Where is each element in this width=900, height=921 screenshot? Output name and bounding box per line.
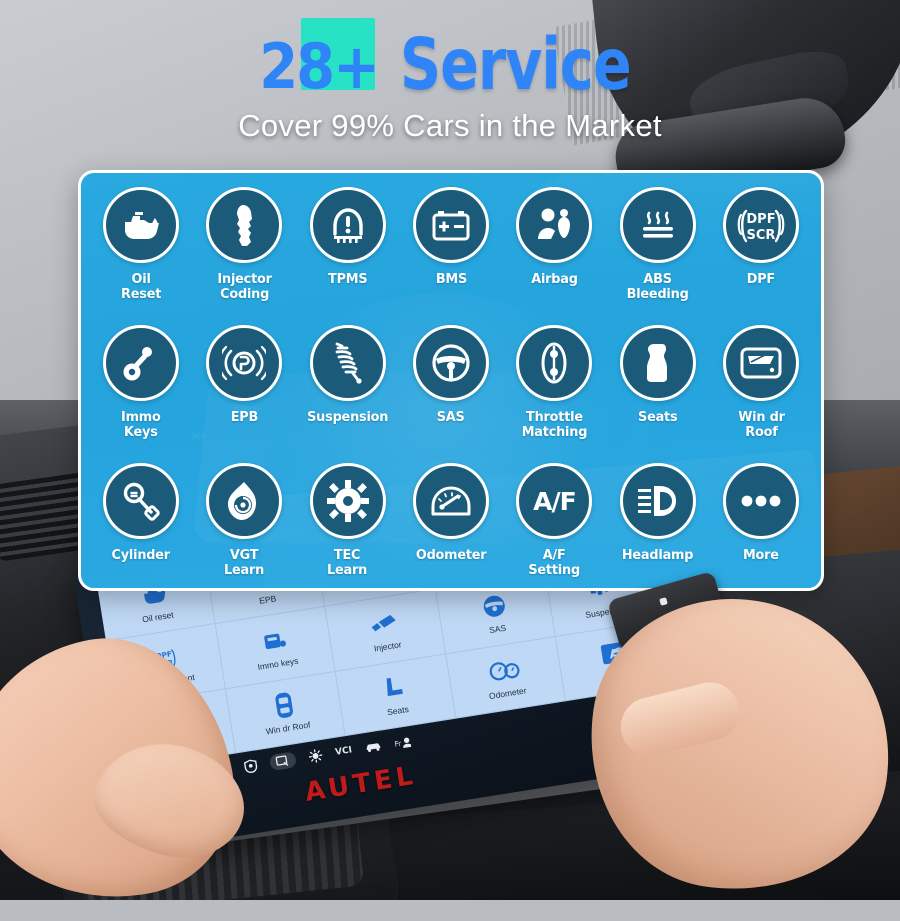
service-item-more[interactable]: More bbox=[710, 463, 813, 588]
service-item-af-setting[interactable]: A/F A/F Setting bbox=[503, 463, 606, 588]
service-label: EPB bbox=[230, 409, 258, 425]
service-label: Oil Reset bbox=[120, 271, 161, 302]
headline-word-service: Service bbox=[400, 22, 632, 107]
tablet-tile-label: Seats bbox=[386, 704, 410, 718]
service-item-odometer[interactable]: Odometer bbox=[399, 463, 502, 588]
air-fuel-glyph: A/F bbox=[533, 486, 577, 516]
svg-text:SCR: SCR bbox=[747, 228, 776, 243]
service-item-vgt-learn[interactable]: VGT Learn bbox=[192, 463, 295, 588]
service-label: TPMS bbox=[327, 271, 368, 287]
service-item-dpf[interactable]: DPF SCR DPF bbox=[710, 187, 813, 325]
service-label: ABS Bleeding bbox=[626, 271, 689, 302]
throttle-icon bbox=[516, 325, 593, 401]
injector-icon bbox=[206, 187, 283, 263]
service-label: DPF bbox=[747, 271, 776, 287]
service-item-airbag[interactable]: Airbag bbox=[503, 187, 606, 325]
service-label: Immo Keys bbox=[120, 409, 161, 440]
immo-keys-icon bbox=[255, 624, 293, 659]
injector-icon bbox=[365, 606, 403, 641]
service-item-cylinder[interactable]: Cylinder bbox=[89, 463, 192, 588]
service-item-immo-keys[interactable]: Immo Keys bbox=[89, 325, 192, 463]
window-door-roof-icon bbox=[723, 325, 800, 401]
svg-text:Fr: Fr bbox=[394, 738, 402, 748]
service-item-epb[interactable]: EPB bbox=[192, 325, 295, 463]
remote-support-icon[interactable]: Fr bbox=[393, 735, 412, 750]
car-key-icon bbox=[102, 325, 179, 401]
battery-icon bbox=[412, 187, 489, 263]
more-dots-icon bbox=[723, 463, 800, 539]
tire-pressure-icon bbox=[309, 187, 386, 263]
brightness-icon[interactable] bbox=[308, 748, 324, 764]
service-item-tpms[interactable]: TPMS bbox=[296, 187, 399, 325]
abs-bleeding-icon bbox=[619, 187, 696, 263]
service-label: Airbag bbox=[531, 271, 578, 287]
service-label: Odometer bbox=[415, 547, 487, 563]
service-item-throttle-matching[interactable]: Throttle Matching bbox=[503, 325, 606, 463]
service-label: BMS bbox=[435, 271, 467, 287]
svg-text:DPF: DPF bbox=[747, 212, 776, 227]
tablet-tile-label: Immo keys bbox=[256, 655, 299, 672]
service-item-sas[interactable]: SAS bbox=[399, 325, 502, 463]
service-label: Seats bbox=[638, 409, 678, 425]
service-count: 28+ bbox=[259, 31, 380, 104]
vci-icon[interactable]: VCI bbox=[334, 745, 352, 758]
car-top-icon bbox=[265, 688, 303, 723]
tablet-tile-label: Injector bbox=[373, 639, 403, 654]
oil-can-icon bbox=[102, 187, 179, 263]
service-item-bms[interactable]: BMS bbox=[399, 187, 502, 325]
dpf-scr-icon: DPF SCR bbox=[723, 187, 800, 263]
screenshot-icon[interactable] bbox=[268, 751, 298, 772]
service-item-suspension[interactable]: Suspension bbox=[296, 325, 399, 463]
service-item-headlamp[interactable]: Headlamp bbox=[606, 463, 709, 588]
car-seat-icon bbox=[375, 671, 413, 706]
steering-wheel-icon bbox=[475, 589, 513, 624]
airbag-icon bbox=[516, 187, 593, 263]
turbocharger-icon bbox=[206, 463, 283, 539]
service-label: VGT Learn bbox=[224, 547, 265, 578]
service-label: Cylinder bbox=[111, 547, 171, 563]
steering-wheel-icon bbox=[412, 325, 489, 401]
car-icon[interactable] bbox=[364, 740, 383, 754]
air-fuel-icon: A/F bbox=[516, 463, 593, 539]
service-item-seats[interactable]: Seats bbox=[606, 325, 709, 463]
headline-line-1: 28+ Service bbox=[259, 18, 641, 106]
tablet-tile-label: SAS bbox=[488, 622, 507, 636]
service-label: Throttle Matching bbox=[521, 409, 588, 440]
headline-block: 28+ Service Cover 99% Cars in the Market bbox=[0, 18, 900, 144]
tablet-tile-label: Oil reset bbox=[141, 609, 175, 625]
car-seat-icon bbox=[619, 325, 696, 401]
service-label: More bbox=[743, 547, 780, 563]
suspension-shock-icon bbox=[309, 325, 386, 401]
tablet-tile-label: Odometer bbox=[488, 685, 528, 702]
electronic-parking-brake-icon bbox=[206, 325, 283, 401]
service-item-oil-reset[interactable]: Oil Reset bbox=[89, 187, 192, 325]
shield-icon[interactable] bbox=[243, 758, 258, 774]
headline-subtitle: Cover 99% Cars in the Market bbox=[238, 108, 662, 143]
headlamp-icon bbox=[619, 463, 696, 539]
service-label: TEC Learn bbox=[327, 547, 368, 578]
service-grid: Oil Reset Injector Coding TPMS BMS Airba… bbox=[81, 173, 821, 588]
service-item-tec-learn[interactable]: TEC Learn bbox=[296, 463, 399, 588]
gear-icon bbox=[309, 463, 386, 539]
service-item-abs-bleeding[interactable]: ABS Bleeding bbox=[606, 187, 709, 325]
service-label: Win dr Roof bbox=[738, 409, 785, 440]
odometer-gauge-icon bbox=[485, 653, 523, 688]
cylinder-icon bbox=[102, 463, 179, 539]
odometer-gauge-icon bbox=[412, 463, 489, 539]
service-item-injector-coding[interactable]: Injector Coding bbox=[192, 187, 295, 325]
service-label: Suspension bbox=[307, 409, 389, 425]
service-label: Headlamp bbox=[622, 547, 694, 563]
service-item-window-door-roof[interactable]: Win dr Roof bbox=[710, 325, 813, 463]
service-label: A/F Setting bbox=[528, 547, 581, 578]
service-label: SAS bbox=[437, 409, 465, 425]
tablet-tile-label: EPB bbox=[258, 592, 277, 606]
service-grid-panel: Range 369 312m OilReset InjectorCoding bbox=[78, 170, 824, 591]
service-label: Injector Coding bbox=[216, 271, 272, 302]
